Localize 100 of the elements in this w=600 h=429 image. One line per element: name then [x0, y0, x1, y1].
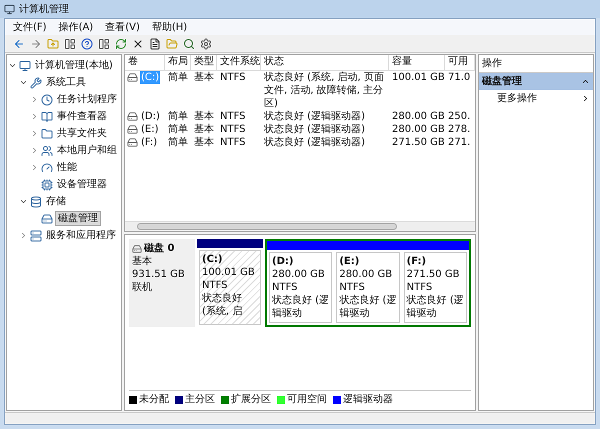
table-cell-text: 简单 — [167, 110, 189, 123]
partition-block[interactable]: (C:) 100.01 GB NTFS 状态良好 (系统, 启 — [199, 250, 261, 325]
partition-status: 状态良好 (逻辑驱动 — [406, 294, 464, 320]
legend-label: 主分区 — [185, 393, 215, 406]
tree-item[interactable]: 共享文件夹 — [55, 127, 109, 140]
panel-icon[interactable] — [64, 38, 76, 50]
table-cell-text: 100.01 GB — [391, 71, 445, 85]
partition-status: 状态良好 (逻辑驱动 — [339, 294, 397, 320]
partition-status: 状态良好 (系统, 启 — [202, 292, 244, 318]
horizontal-scrollbar[interactable] — [125, 221, 475, 231]
menu-item[interactable]: 操作(A) — [58, 20, 94, 34]
drive-icon — [127, 72, 138, 83]
action-item[interactable]: 更多操作 — [479, 90, 593, 107]
partition-status: 状态良好 (逻辑驱动 — [272, 294, 330, 320]
column-header[interactable]: 布局 — [165, 55, 191, 70]
legend-label: 可用空间 — [287, 393, 327, 406]
panel-icon[interactable] — [98, 38, 110, 50]
app-icon — [4, 4, 15, 14]
partition-size: 100.01 GB NTFS — [202, 266, 256, 292]
table-cell[interactable]: (F:) — [140, 136, 158, 149]
folder-icon — [41, 128, 53, 140]
section-title: 磁盘管理 — [482, 75, 522, 88]
actions-section-header[interactable]: 磁盘管理 — [479, 73, 593, 90]
legend-label: 扩展分区 — [231, 393, 271, 406]
back-icon[interactable] — [13, 38, 25, 50]
server-icon — [30, 230, 42, 242]
table-cell-text: 简单 — [167, 71, 189, 85]
table-cell-text: 基本 — [193, 123, 215, 136]
column-header[interactable]: 容量 — [389, 55, 445, 70]
expanded-icon[interactable] — [8, 61, 16, 70]
partition-label: (C:) — [202, 253, 224, 266]
drive-icon — [127, 111, 138, 122]
table-cell-text: 基本 — [193, 71, 215, 85]
help-icon[interactable] — [81, 38, 93, 50]
table-cell[interactable]: (E:) — [140, 123, 160, 136]
window-title: 计算机管理 — [19, 2, 69, 16]
column-header[interactable]: 类型 — [191, 55, 217, 70]
search-icon[interactable] — [183, 38, 195, 50]
drive-icon — [127, 137, 138, 148]
tree-item[interactable]: 系统工具 — [44, 76, 88, 89]
column-header[interactable]: 可用 — [445, 55, 475, 70]
tree-item[interactable]: 性能 — [55, 161, 79, 174]
table-cell-text: 基本 — [193, 136, 215, 149]
column-header[interactable]: 状态 — [261, 55, 389, 70]
tree-item[interactable]: 服务和应用程序 — [44, 229, 118, 242]
collapse-icon[interactable] — [581, 77, 590, 86]
column-header[interactable]: 文件系统 — [217, 55, 261, 70]
partition-label: (D:) — [272, 255, 294, 268]
tree-item[interactable]: 任务计划程序 — [55, 93, 119, 106]
chip-icon — [41, 178, 53, 190]
table-cell-text: 简单 — [167, 123, 189, 136]
table-cell-text: 271.50 GB — [391, 136, 445, 149]
table-cell-text: 271. — [447, 136, 472, 149]
refresh-icon[interactable] — [115, 38, 127, 50]
table-cell-text: 简单 — [167, 136, 189, 149]
table-cell-text: 250. — [447, 110, 472, 123]
column-header[interactable]: 卷 — [125, 55, 165, 70]
menu-item[interactable]: 帮助(H) — [152, 20, 188, 34]
close-icon[interactable] — [132, 38, 144, 50]
properties-icon[interactable] — [149, 38, 161, 50]
table-cell-text: 状态良好 (逻辑驱动器) — [263, 110, 366, 123]
tree-item[interactable]: 事件查看器 — [55, 110, 109, 123]
hard-drive-icon — [41, 212, 53, 224]
partition-size: 280.00 GB NTFS — [339, 268, 394, 294]
tree-item[interactable]: 磁盘管理 — [55, 211, 101, 226]
menu-item[interactable]: 文件(F) — [13, 20, 47, 34]
tree-item[interactable]: 本地用户和组 — [55, 144, 119, 157]
table-cell-text: NTFS — [219, 71, 247, 85]
table-cell-text: NTFS — [219, 110, 247, 123]
clock-icon — [41, 94, 53, 106]
book-icon — [41, 110, 53, 122]
legend-label: 逻辑驱动器 — [343, 393, 393, 406]
wrench-icon — [30, 76, 42, 88]
partition-label: (E:) — [339, 255, 360, 268]
expanded-icon[interactable] — [18, 197, 28, 206]
partition-size: 271.50 GB NTFS — [406, 268, 460, 294]
partition-block[interactable]: (D:) 280.00 GB NTFS 状态良好 (逻辑驱动 — [269, 252, 332, 323]
table-cell-text: 状态良好 (系统, 启动, 页面文件, 活动, 故障转储, 主分区) — [263, 71, 385, 110]
expanded-icon[interactable] — [18, 78, 28, 87]
users-icon — [41, 144, 53, 156]
disk-size: 931.51 GB — [132, 268, 186, 281]
table-cell-text: 71.0 — [447, 71, 472, 85]
settings-icon[interactable] — [200, 38, 212, 50]
tree-item[interactable]: 存储 — [44, 195, 68, 208]
forward-icon[interactable] — [30, 38, 42, 50]
partition-size: 280.00 GB NTFS — [272, 268, 326, 294]
partition-label: (F:) — [406, 255, 428, 268]
disk-type: 基本 — [132, 255, 153, 268]
table-cell[interactable]: (D:) — [140, 110, 161, 123]
tree-item[interactable]: 计算机管理(本地) — [33, 59, 115, 72]
table-cell-text: 278. — [447, 123, 472, 136]
computer-icon — [19, 60, 31, 72]
partition-block[interactable]: (E:) 280.00 GB NTFS 状态良好 (逻辑驱动 — [336, 252, 400, 323]
gauge-icon — [41, 162, 53, 174]
table-cell-text: 状态良好 (逻辑驱动器) — [263, 136, 366, 149]
disk-name: 磁盘 0 — [144, 242, 174, 255]
partition-block[interactable]: (F:) 271.50 GB NTFS 状态良好 (逻辑驱动 — [404, 252, 467, 323]
menu-item[interactable]: 查看(V) — [105, 20, 140, 34]
tree-item[interactable]: 设备管理器 — [55, 178, 109, 191]
table-cell-text: 基本 — [193, 110, 215, 123]
